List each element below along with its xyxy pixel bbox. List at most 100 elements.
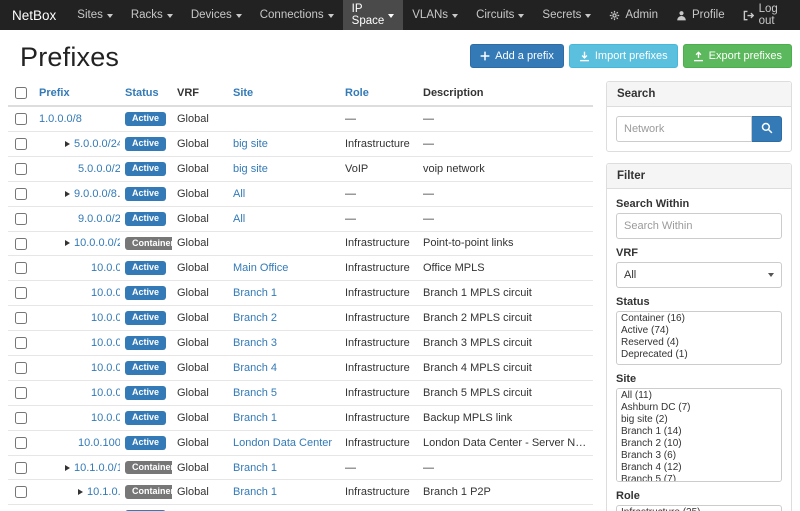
prefix-link[interactable]: 10.0.0.138/31: [91, 412, 120, 424]
site-link[interactable]: London Data Center: [233, 437, 332, 449]
site-link[interactable]: Branch 1: [233, 486, 277, 498]
user-menu-profile[interactable]: Profile: [667, 0, 734, 30]
row-checkbox[interactable]: [15, 462, 27, 474]
nav-item-vlans[interactable]: VLANs: [403, 0, 467, 30]
filter-option[interactable]: Branch 2 (10): [617, 438, 781, 450]
row-checkbox[interactable]: [15, 437, 27, 449]
column-header-description: Description: [418, 81, 593, 106]
prefix-row: 10.0.0.132/31ActiveGlobalBranch 3Infrast…: [8, 331, 593, 356]
role-multiselect[interactable]: Infrastructure (25)Management (8)Private…: [616, 505, 782, 511]
nav-item-ip-space[interactable]: IP Space: [343, 0, 404, 30]
prefix-link[interactable]: 10.0.0.134/31: [91, 362, 120, 374]
filter-option[interactable]: Branch 1 (14): [617, 426, 781, 438]
prefix-link[interactable]: 10.0.0.128/31: [91, 287, 120, 299]
site-link[interactable]: Branch 4: [233, 362, 277, 374]
prefix-link[interactable]: 5.0.0.0/25: [78, 163, 120, 175]
row-checkbox[interactable]: [15, 312, 27, 324]
prefix-row: 5.0.0.0/25ActiveGlobalbig siteVoIPvoip n…: [8, 156, 593, 181]
prefix-link[interactable]: 10.1.0.0/24: [87, 486, 120, 498]
nav-item-sites[interactable]: Sites: [68, 0, 122, 30]
prefix-link[interactable]: 10.0.0.132/31: [91, 337, 120, 349]
search-within-input[interactable]: [616, 213, 782, 239]
select-all-checkbox[interactable]: [15, 87, 27, 99]
prefix-link[interactable]: 9.0.0.0/8: [74, 188, 117, 200]
search-panel-title: Search: [607, 82, 791, 107]
row-checkbox[interactable]: [15, 412, 27, 424]
nav-item-circuits[interactable]: Circuits: [467, 0, 533, 30]
row-checkbox[interactable]: [15, 188, 27, 200]
site-link[interactable]: Branch 2: [233, 312, 277, 324]
row-checkbox[interactable]: [15, 337, 27, 349]
row-checkbox[interactable]: [15, 262, 27, 274]
prefix-link[interactable]: 10.0.0.136/31: [91, 387, 120, 399]
prefix-link[interactable]: 9.0.0.0/24: [78, 213, 120, 225]
filter-option[interactable]: Active (74): [617, 325, 781, 337]
site-multiselect[interactable]: All (11)Ashburn DC (7)big site (2)Branch…: [616, 388, 782, 482]
filter-option[interactable]: Deprecated (1): [617, 349, 781, 361]
filter-option[interactable]: Ashburn DC (7): [617, 402, 781, 414]
status-multiselect[interactable]: Container (16)Active (74)Reserved (4)Dep…: [616, 311, 782, 365]
site-link[interactable]: Branch 3: [233, 337, 277, 349]
site-link[interactable]: Main Office: [233, 262, 288, 274]
vrf-select[interactable]: All: [616, 262, 782, 288]
column-header-status[interactable]: Status: [120, 81, 172, 106]
prefix-link[interactable]: 5.0.0.0/24: [74, 138, 120, 150]
filter-option[interactable]: big site (2): [617, 414, 781, 426]
row-checkbox[interactable]: [15, 138, 27, 150]
filter-option[interactable]: All (11): [617, 390, 781, 402]
search-input[interactable]: [616, 116, 752, 142]
status-badge: Active: [125, 436, 166, 450]
app-brand[interactable]: NetBox: [8, 0, 68, 30]
import-prefixes-button[interactable]: Import prefixes: [569, 44, 678, 68]
site-link[interactable]: big site: [233, 163, 268, 175]
row-checkbox[interactable]: [15, 213, 27, 225]
role-cell: —: [340, 181, 418, 206]
role-cell: —: [340, 106, 418, 131]
prefix-link[interactable]: 1.0.0.0/8: [39, 113, 82, 125]
chevron-down-icon: [328, 14, 334, 18]
prefix-link[interactable]: 10.0.100.0/24: [78, 437, 120, 449]
site-link[interactable]: Branch 5: [233, 387, 277, 399]
filter-option[interactable]: Reserved (4): [617, 337, 781, 349]
site-link[interactable]: Branch 1: [233, 287, 277, 299]
prefix-link[interactable]: 10.0.0.130/31: [91, 312, 120, 324]
row-checkbox[interactable]: [15, 238, 27, 250]
user-menu-admin[interactable]: Admin: [600, 0, 667, 30]
nav-item-racks[interactable]: Racks: [122, 0, 182, 30]
filter-option[interactable]: Infrastructure (25): [617, 507, 781, 511]
user-menu-log-out[interactable]: Log out: [734, 0, 792, 30]
filter-option[interactable]: Container (16): [617, 313, 781, 325]
filter-option[interactable]: Branch 4 (12): [617, 462, 781, 474]
role-cell: VoIP: [340, 156, 418, 181]
site-link[interactable]: big site: [233, 138, 268, 150]
row-checkbox[interactable]: [15, 387, 27, 399]
prefix-row: 10.0.0.134/31ActiveGlobalBranch 4Infrast…: [8, 356, 593, 381]
add-a-prefix-button[interactable]: Add a prefix: [470, 44, 564, 68]
chevron-down-icon: [107, 14, 113, 18]
prefix-link[interactable]: 10.0.0.0/31: [91, 262, 120, 274]
nav-item-secrets[interactable]: Secrets: [533, 0, 600, 30]
nav-item-devices[interactable]: Devices: [182, 0, 251, 30]
search-button[interactable]: [752, 116, 782, 142]
nav-item-connections[interactable]: Connections: [251, 0, 343, 30]
row-checkbox[interactable]: [15, 113, 27, 125]
column-header-site[interactable]: Site: [228, 81, 340, 106]
expand-arrow-icon: [65, 465, 70, 471]
site-link[interactable]: All: [233, 188, 245, 200]
site-link[interactable]: All: [233, 213, 245, 225]
prefix-link[interactable]: 10.1.0.0/16: [74, 462, 120, 474]
role-cell: Infrastructure: [340, 231, 418, 256]
site-link[interactable]: Branch 1: [233, 412, 277, 424]
site-link[interactable]: Branch 1: [233, 462, 277, 474]
filter-option[interactable]: Branch 5 (7): [617, 474, 781, 482]
user-icon: [676, 10, 687, 21]
row-checkbox[interactable]: [15, 486, 27, 498]
export-prefixes-button[interactable]: Export prefixes: [683, 44, 792, 68]
column-header-role[interactable]: Role: [340, 81, 418, 106]
row-checkbox[interactable]: [15, 362, 27, 374]
filter-option[interactable]: Branch 3 (6): [617, 450, 781, 462]
row-checkbox[interactable]: [15, 287, 27, 299]
column-header-prefix[interactable]: Prefix: [34, 81, 120, 106]
row-checkbox[interactable]: [15, 163, 27, 175]
prefix-link[interactable]: 10.0.0.0/24: [74, 237, 120, 249]
